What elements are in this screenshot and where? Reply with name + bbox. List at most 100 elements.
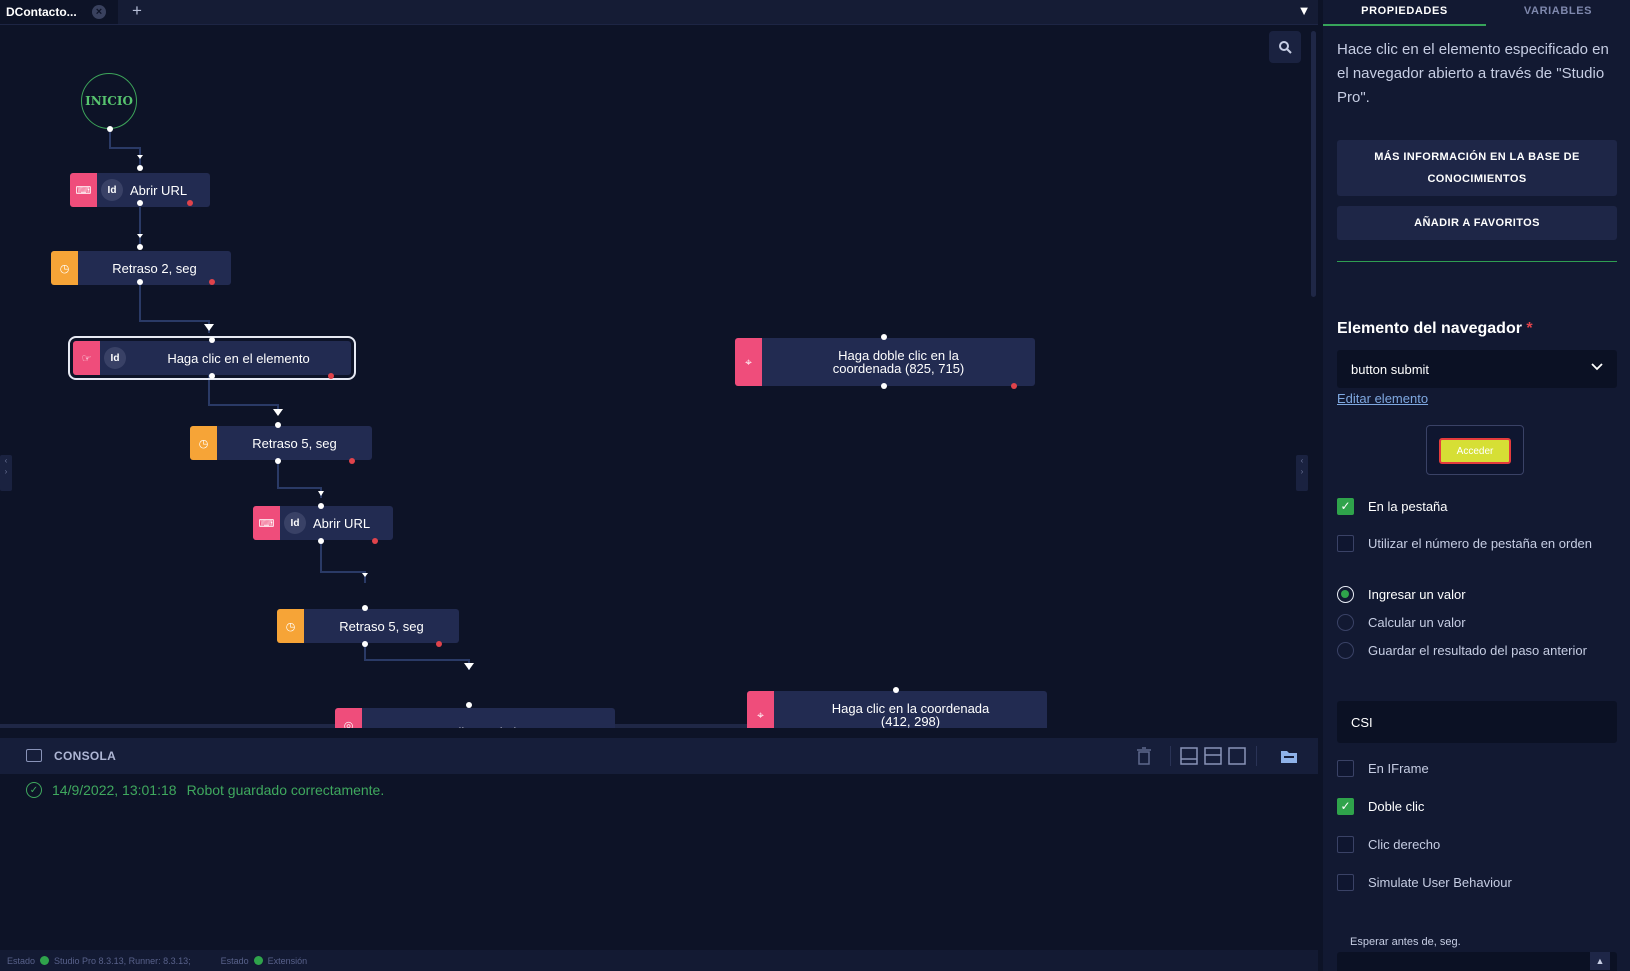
node-label: Abrir URL xyxy=(313,515,371,531)
right-collapse-handle[interactable]: ‹ › xyxy=(1296,455,1308,491)
layout-bottom-icon xyxy=(1180,747,1198,765)
node-label: Haga clic en la coordenada (412, 298) xyxy=(774,702,1047,728)
id-badge: Id xyxy=(104,347,126,369)
status-label-2: Estado xyxy=(220,955,249,966)
click-icon: ☞ xyxy=(73,341,100,375)
clock-icon: ◷ xyxy=(51,251,78,285)
error-port[interactable] xyxy=(328,373,334,379)
start-node[interactable]: INICIO xyxy=(81,73,137,129)
node-delay-5-b[interactable]: ◷ Retraso 5, seg xyxy=(277,609,459,643)
error-port[interactable] xyxy=(436,641,442,647)
input-port[interactable] xyxy=(362,605,368,611)
browser-icon: ⌨ xyxy=(253,506,280,540)
layout-full-icon xyxy=(1228,747,1246,765)
node-delay-5[interactable]: ◷ Retraso 5, seg xyxy=(190,426,372,460)
knowledge-base-button[interactable]: MÁS INFORMACIÓN EN LA BASE DE CONOCIMIEN… xyxy=(1337,140,1617,196)
node-double-click-coordinate[interactable]: ⌖ Haga doble clic en la coordenada (825,… xyxy=(735,338,1035,386)
browser-element-label-text: Elemento del navegador xyxy=(1337,320,1522,337)
id-badge: Id xyxy=(101,179,123,201)
browser-element-label: Elemento del navegador * xyxy=(1337,320,1533,338)
node-label: Haga clic en el elemento xyxy=(362,712,615,729)
node-click-element-2[interactable]: ◎ Haga clic en el elemento xyxy=(335,708,615,728)
output-port[interactable] xyxy=(275,458,281,464)
output-port[interactable] xyxy=(362,641,368,647)
browser-icon: ⌨ xyxy=(70,173,97,207)
browser-element-select[interactable]: button submit xyxy=(1337,350,1617,388)
add-favorites-button[interactable]: AÑADIR A FAVORITOS xyxy=(1337,206,1617,240)
input-port[interactable] xyxy=(881,334,887,340)
folder-icon xyxy=(1281,751,1297,763)
tab-bar: DContacto... × + ▼ xyxy=(0,0,1318,25)
status-label-1: Estado xyxy=(7,955,36,966)
chevron-down-icon xyxy=(1591,363,1603,371)
console-icon xyxy=(26,749,42,762)
node-label: Retraso 5, seg xyxy=(252,435,337,451)
layout-split-icon xyxy=(1204,747,1222,765)
edit-element-link[interactable]: Editar elemento xyxy=(1337,391,1428,406)
tab-label: DContacto... xyxy=(6,5,77,19)
required-mark: * xyxy=(1526,320,1533,337)
spinner-up-icon[interactable]: ▲ xyxy=(1590,952,1610,970)
clock-icon: ◷ xyxy=(190,426,217,460)
error-port[interactable] xyxy=(209,279,215,285)
output-port[interactable] xyxy=(209,373,215,379)
output-port[interactable] xyxy=(137,200,143,206)
input-port[interactable] xyxy=(209,337,215,343)
node-label: Haga clic en el elemento xyxy=(167,350,310,366)
tab-dcontacto[interactable]: DContacto... × xyxy=(0,0,118,24)
preview-button-image: Acceder xyxy=(1439,438,1511,464)
divider xyxy=(1170,746,1171,766)
connector-lines xyxy=(109,129,474,670)
trash-icon xyxy=(1137,747,1151,765)
left-collapse-handle[interactable]: ‹ › xyxy=(0,455,12,491)
status-ok-icon xyxy=(253,956,263,965)
log-message: Robot guardado correctamente. xyxy=(186,782,385,798)
panel-tabs: PROPIEDADES VARIABLES xyxy=(1323,0,1630,26)
input-port[interactable] xyxy=(466,702,472,708)
input-port[interactable] xyxy=(318,503,324,509)
id-badge: Id xyxy=(284,512,306,534)
canvas-search-button[interactable] xyxy=(1269,31,1301,63)
add-tab-button[interactable]: + xyxy=(132,0,142,24)
node-open-url-2[interactable]: ⌨ Id Abrir URL xyxy=(253,506,393,540)
input-port[interactable] xyxy=(137,165,143,171)
status-bar: Estado Studio Pro 8.3.13, Runner: 8.3.13… xyxy=(0,950,1318,971)
error-port[interactable] xyxy=(372,538,378,544)
input-port[interactable] xyxy=(275,422,281,428)
canvas-vertical-scrollbar[interactable] xyxy=(1311,31,1316,297)
close-tab-icon[interactable]: × xyxy=(92,5,106,19)
node-label: Retraso 5, seg xyxy=(339,618,424,634)
divider xyxy=(1256,746,1257,766)
console-body: ✓ 14/9/2022, 13:01:18 Robot guardado cor… xyxy=(0,774,1318,950)
input-port[interactable] xyxy=(893,687,899,693)
input-port[interactable] xyxy=(137,244,143,250)
node-label: Abrir URL xyxy=(130,182,188,198)
output-port[interactable] xyxy=(137,279,143,285)
search-icon xyxy=(1279,41,1292,54)
error-port[interactable] xyxy=(187,200,193,206)
section-divider xyxy=(1337,261,1617,262)
crosshair-icon: ⌖ xyxy=(747,691,774,728)
log-timestamp: 14/9/2022, 13:01:18 xyxy=(52,782,177,798)
error-port[interactable] xyxy=(349,458,355,464)
node-label: Haga doble clic en la coordenada (825, 7… xyxy=(762,349,1035,375)
log-entry: ✓ 14/9/2022, 13:01:18 Robot guardado cor… xyxy=(26,782,384,798)
output-port[interactable] xyxy=(318,538,324,544)
clock-icon: ◷ xyxy=(277,609,304,643)
node-click-element[interactable]: ☞ Id Haga clic en el elemento xyxy=(68,336,356,380)
crosshair-icon: ⌖ xyxy=(735,338,762,386)
tab-properties[interactable]: PROPIEDADES xyxy=(1323,0,1486,26)
element-preview: Acceder xyxy=(1426,425,1524,475)
node-label-line2: (412, 298) xyxy=(880,714,941,728)
click-icon: ◎ xyxy=(335,708,362,728)
error-port[interactable] xyxy=(1011,383,1017,389)
tab-menu-button[interactable]: ▼ xyxy=(1292,0,1316,24)
console-header: CONSOLA xyxy=(0,738,1318,774)
node-label-line2: coordenada (825, 715) xyxy=(832,361,965,376)
node-click-coordinate[interactable]: ⌖ Haga clic en la coordenada (412, 298) xyxy=(747,691,1047,728)
tab-variables[interactable]: VARIABLES xyxy=(1486,0,1630,26)
node-label: Retraso 2, seg xyxy=(112,260,197,276)
connector-dot xyxy=(107,126,113,132)
workflow-canvas[interactable]: ‹ › ‹ › INICIO ⌨ Id Abrir URL ◷ Retraso 2,… xyxy=(0,25,1318,728)
output-port[interactable] xyxy=(881,383,887,389)
